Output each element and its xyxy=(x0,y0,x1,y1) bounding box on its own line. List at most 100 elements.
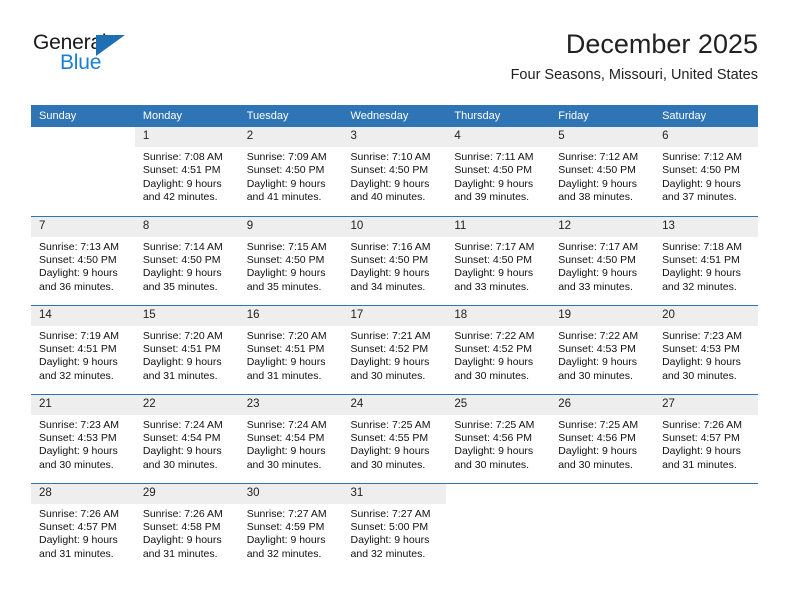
day-cell[interactable]: 14 Sunrise: 7:19 AM Sunset: 4:51 PM Dayl… xyxy=(31,304,135,394)
weekday-header-monday: Monday xyxy=(134,105,239,127)
day-number: 21 xyxy=(31,394,135,415)
day-info: Sunrise: 7:12 AM Sunset: 4:50 PM Dayligh… xyxy=(558,151,639,204)
day-number: 10 xyxy=(342,216,447,237)
day-info xyxy=(550,504,654,508)
day-cell[interactable] xyxy=(31,127,135,216)
day-number xyxy=(654,483,758,504)
day-info: Sunrise: 7:10 AM Sunset: 4:50 PM Dayligh… xyxy=(350,151,431,204)
day-info: Sunrise: 7:14 AM Sunset: 4:50 PM Dayligh… xyxy=(142,240,223,293)
day-info: Sunrise: 7:12 AM Sunset: 4:50 PM Dayligh… xyxy=(662,151,743,204)
day-cell[interactable]: 1 Sunrise: 7:08 AM Sunset: 4:51 PM Dayli… xyxy=(134,127,239,216)
day-number: 30 xyxy=(238,483,343,504)
day-number: 27 xyxy=(654,394,758,415)
day-cell[interactable]: 20 Sunrise: 7:23 AM Sunset: 4:53 PM Dayl… xyxy=(654,304,758,394)
day-cell[interactable] xyxy=(550,482,655,572)
weekday-header-friday: Friday xyxy=(550,105,655,127)
day-info: Sunrise: 7:25 AM Sunset: 4:55 PM Dayligh… xyxy=(350,418,431,471)
day-info: Sunrise: 7:27 AM Sunset: 5:00 PM Dayligh… xyxy=(350,507,431,560)
day-cell[interactable] xyxy=(654,482,758,572)
day-number: 7 xyxy=(31,216,135,237)
day-cell[interactable]: 18 Sunrise: 7:22 AM Sunset: 4:52 PM Dayl… xyxy=(446,304,551,394)
day-cell[interactable]: 30 Sunrise: 7:27 AM Sunset: 4:59 PM Dayl… xyxy=(238,482,343,572)
day-cell[interactable]: 15 Sunrise: 7:20 AM Sunset: 4:51 PM Dayl… xyxy=(134,304,239,394)
day-cell[interactable]: 21 Sunrise: 7:23 AM Sunset: 4:53 PM Dayl… xyxy=(31,393,135,483)
day-cell[interactable]: 22 Sunrise: 7:24 AM Sunset: 4:54 PM Dayl… xyxy=(134,393,239,483)
day-number: 25 xyxy=(446,394,551,415)
day-cell[interactable]: 4 Sunrise: 7:11 AM Sunset: 4:50 PM Dayli… xyxy=(446,127,551,216)
calendar-week-row: 14 Sunrise: 7:19 AM Sunset: 4:51 PM Dayl… xyxy=(31,304,758,394)
day-info xyxy=(31,147,135,151)
day-cell[interactable]: 29 Sunrise: 7:26 AM Sunset: 4:58 PM Dayl… xyxy=(134,482,239,572)
day-number: 11 xyxy=(446,216,551,237)
weekday-header-tuesday: Tuesday xyxy=(238,105,343,127)
day-number: 20 xyxy=(654,305,758,326)
calendar-week-row: 21 Sunrise: 7:23 AM Sunset: 4:53 PM Dayl… xyxy=(31,393,758,483)
day-info: Sunrise: 7:20 AM Sunset: 4:51 PM Dayligh… xyxy=(246,329,327,382)
day-number: 18 xyxy=(446,305,551,326)
day-number: 5 xyxy=(550,127,655,147)
day-cell[interactable]: 26 Sunrise: 7:25 AM Sunset: 4:56 PM Dayl… xyxy=(550,393,655,483)
day-number xyxy=(31,127,135,147)
day-cell[interactable] xyxy=(446,482,551,572)
day-cell[interactable]: 25 Sunrise: 7:25 AM Sunset: 4:56 PM Dayl… xyxy=(446,393,551,483)
day-cell[interactable]: 27 Sunrise: 7:26 AM Sunset: 4:57 PM Dayl… xyxy=(654,393,758,483)
day-number: 28 xyxy=(31,483,135,504)
day-cell[interactable]: 2 Sunrise: 7:09 AM Sunset: 4:50 PM Dayli… xyxy=(238,127,343,216)
page-title: December 2025 xyxy=(565,29,758,59)
day-cell[interactable]: 9 Sunrise: 7:15 AM Sunset: 4:50 PM Dayli… xyxy=(238,215,343,305)
day-cell[interactable]: 13 Sunrise: 7:18 AM Sunset: 4:51 PM Dayl… xyxy=(654,215,758,305)
day-cell[interactable]: 7 Sunrise: 7:13 AM Sunset: 4:50 PM Dayli… xyxy=(31,215,135,305)
day-cell[interactable]: 17 Sunrise: 7:21 AM Sunset: 4:52 PM Dayl… xyxy=(342,304,447,394)
day-info: Sunrise: 7:20 AM Sunset: 4:51 PM Dayligh… xyxy=(142,329,223,382)
day-cell[interactable]: 19 Sunrise: 7:22 AM Sunset: 4:53 PM Dayl… xyxy=(550,304,655,394)
page-subtitle: Four Seasons, Missouri, United States xyxy=(510,67,758,83)
day-info: Sunrise: 7:27 AM Sunset: 4:59 PM Dayligh… xyxy=(246,507,327,560)
day-number: 8 xyxy=(134,216,239,237)
day-number: 1 xyxy=(134,127,239,147)
day-info: Sunrise: 7:16 AM Sunset: 4:50 PM Dayligh… xyxy=(350,240,431,293)
title-block: December 2025 Four Seasons, Missouri, Un… xyxy=(511,28,758,85)
day-info: Sunrise: 7:11 AM Sunset: 4:50 PM Dayligh… xyxy=(454,151,534,204)
day-cell[interactable]: 6 Sunrise: 7:12 AM Sunset: 4:50 PM Dayli… xyxy=(654,127,758,216)
day-info: Sunrise: 7:15 AM Sunset: 4:50 PM Dayligh… xyxy=(246,240,327,293)
day-info: Sunrise: 7:22 AM Sunset: 4:53 PM Dayligh… xyxy=(558,329,639,382)
day-number: 3 xyxy=(342,127,447,147)
day-number: 15 xyxy=(134,305,239,326)
day-cell[interactable]: 3 Sunrise: 7:10 AM Sunset: 4:50 PM Dayli… xyxy=(342,127,447,216)
day-info: Sunrise: 7:24 AM Sunset: 4:54 PM Dayligh… xyxy=(142,418,223,471)
day-number: 22 xyxy=(134,394,239,415)
weekday-header-sunday: Sunday xyxy=(31,105,135,127)
day-cell[interactable]: 5 Sunrise: 7:12 AM Sunset: 4:50 PM Dayli… xyxy=(550,127,655,216)
day-number: 6 xyxy=(654,127,758,147)
day-cell[interactable]: 24 Sunrise: 7:25 AM Sunset: 4:55 PM Dayl… xyxy=(342,393,447,483)
day-cell[interactable]: 23 Sunrise: 7:24 AM Sunset: 4:54 PM Dayl… xyxy=(238,393,343,483)
day-number: 2 xyxy=(238,127,343,147)
day-cell[interactable]: 11 Sunrise: 7:17 AM Sunset: 4:50 PM Dayl… xyxy=(446,215,551,305)
day-number: 17 xyxy=(342,305,447,326)
day-info: Sunrise: 7:19 AM Sunset: 4:51 PM Dayligh… xyxy=(39,329,119,382)
calendar-week-row: 7 Sunrise: 7:13 AM Sunset: 4:50 PM Dayli… xyxy=(31,215,758,305)
day-cell[interactable]: 8 Sunrise: 7:14 AM Sunset: 4:50 PM Dayli… xyxy=(134,215,239,305)
general-blue-logo[interactable]: General Blue xyxy=(33,31,193,81)
day-cell[interactable]: 12 Sunrise: 7:17 AM Sunset: 4:50 PM Dayl… xyxy=(550,215,655,305)
day-cell[interactable]: 31 Sunrise: 7:27 AM Sunset: 5:00 PM Dayl… xyxy=(342,482,447,572)
day-number: 29 xyxy=(134,483,239,504)
day-info xyxy=(654,504,758,508)
day-info: Sunrise: 7:23 AM Sunset: 4:53 PM Dayligh… xyxy=(39,418,119,471)
day-info: Sunrise: 7:18 AM Sunset: 4:51 PM Dayligh… xyxy=(662,240,743,293)
day-number: 14 xyxy=(31,305,135,326)
weekday-header-saturday: Saturday xyxy=(654,105,758,127)
page-header: General Blue December 2025 Four Seasons,… xyxy=(0,0,792,96)
day-cell[interactable]: 28 Sunrise: 7:26 AM Sunset: 4:57 PM Dayl… xyxy=(31,482,135,572)
day-info: Sunrise: 7:25 AM Sunset: 4:56 PM Dayligh… xyxy=(558,418,639,471)
day-number: 26 xyxy=(550,394,655,415)
day-cell[interactable]: 16 Sunrise: 7:20 AM Sunset: 4:51 PM Dayl… xyxy=(238,304,343,394)
weekday-header-thursday: Thursday xyxy=(446,105,551,127)
day-number: 9 xyxy=(238,216,343,237)
day-number: 4 xyxy=(446,127,551,147)
day-number: 24 xyxy=(342,394,447,415)
day-info: Sunrise: 7:23 AM Sunset: 4:53 PM Dayligh… xyxy=(662,329,743,382)
day-info: Sunrise: 7:26 AM Sunset: 4:58 PM Dayligh… xyxy=(142,507,223,560)
day-cell[interactable]: 10 Sunrise: 7:16 AM Sunset: 4:50 PM Dayl… xyxy=(342,215,447,305)
day-info: Sunrise: 7:17 AM Sunset: 4:50 PM Dayligh… xyxy=(558,240,639,293)
